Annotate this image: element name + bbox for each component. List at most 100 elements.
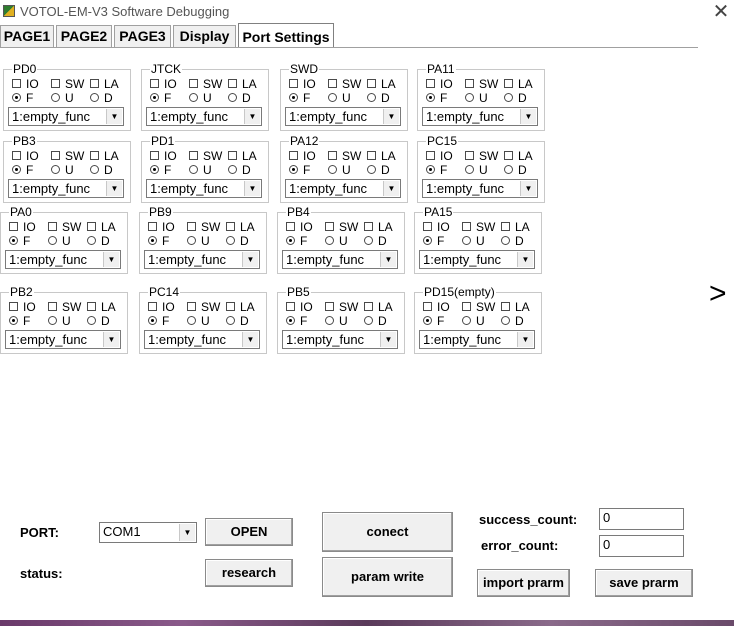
checkbox-la[interactable] — [364, 222, 373, 231]
func-select[interactable]: 1:empty_func ▼ — [285, 179, 401, 198]
checkbox-io[interactable] — [426, 79, 435, 88]
radio-d[interactable] — [364, 316, 373, 325]
radio-d[interactable] — [226, 236, 235, 245]
radio-u[interactable] — [187, 236, 196, 245]
func-select[interactable]: 1:empty_func ▼ — [144, 330, 260, 349]
tab-page3[interactable]: PAGE3 — [114, 25, 171, 47]
radio-f[interactable] — [423, 236, 432, 245]
radio-u[interactable] — [462, 236, 471, 245]
connect-button[interactable]: conect — [322, 512, 453, 552]
checkbox-la[interactable] — [367, 79, 376, 88]
radio-u[interactable] — [48, 316, 57, 325]
checkbox-sw[interactable] — [189, 79, 198, 88]
checkbox-sw[interactable] — [48, 222, 57, 231]
checkbox-sw[interactable] — [189, 151, 198, 160]
radio-d[interactable] — [367, 165, 376, 174]
checkbox-io[interactable] — [148, 302, 157, 311]
research-button[interactable]: research — [205, 559, 293, 587]
radio-f[interactable] — [12, 93, 21, 102]
checkbox-la[interactable] — [504, 79, 513, 88]
checkbox-sw[interactable] — [462, 222, 471, 231]
checkbox-io[interactable] — [9, 222, 18, 231]
checkbox-sw[interactable] — [465, 151, 474, 160]
radio-f[interactable] — [426, 93, 435, 102]
checkbox-la[interactable] — [87, 302, 96, 311]
checkbox-la[interactable] — [228, 151, 237, 160]
radio-f[interactable] — [286, 316, 295, 325]
checkbox-la[interactable] — [364, 302, 373, 311]
radio-d[interactable] — [364, 236, 373, 245]
func-select[interactable]: 1:empty_func ▼ — [5, 330, 121, 349]
func-select[interactable]: 1:empty_func ▼ — [146, 107, 262, 126]
checkbox-io[interactable] — [286, 222, 295, 231]
func-select[interactable]: 1:empty_func ▼ — [419, 250, 535, 269]
radio-u[interactable] — [51, 165, 60, 174]
checkbox-sw[interactable] — [187, 302, 196, 311]
checkbox-sw[interactable] — [465, 79, 474, 88]
radio-f[interactable] — [289, 93, 298, 102]
radio-u[interactable] — [189, 165, 198, 174]
func-select[interactable]: 1:empty_func ▼ — [146, 179, 262, 198]
checkbox-la[interactable] — [226, 222, 235, 231]
checkbox-la[interactable] — [87, 222, 96, 231]
radio-u[interactable] — [189, 93, 198, 102]
radio-d[interactable] — [87, 316, 96, 325]
radio-u[interactable] — [465, 93, 474, 102]
radio-d[interactable] — [501, 316, 510, 325]
func-select[interactable]: 1:empty_func ▼ — [5, 250, 121, 269]
checkbox-io[interactable] — [426, 151, 435, 160]
next-page-chevron-icon[interactable]: > — [709, 279, 727, 309]
radio-f[interactable] — [12, 165, 21, 174]
checkbox-la[interactable] — [504, 151, 513, 160]
radio-u[interactable] — [48, 236, 57, 245]
import-param-button[interactable]: import prarm — [477, 569, 570, 597]
close-icon[interactable]: ✕ — [710, 1, 732, 23]
radio-u[interactable] — [328, 93, 337, 102]
radio-d[interactable] — [367, 93, 376, 102]
radio-f[interactable] — [426, 165, 435, 174]
radio-f[interactable] — [9, 316, 18, 325]
checkbox-la[interactable] — [228, 79, 237, 88]
checkbox-io[interactable] — [9, 302, 18, 311]
radio-d[interactable] — [226, 316, 235, 325]
save-param-button[interactable]: save prarm — [595, 569, 693, 597]
success-count-field[interactable]: 0 — [599, 508, 684, 530]
checkbox-sw[interactable] — [325, 222, 334, 231]
radio-d[interactable] — [87, 236, 96, 245]
tab-display[interactable]: Display — [173, 25, 236, 47]
checkbox-io[interactable] — [423, 302, 432, 311]
radio-f[interactable] — [289, 165, 298, 174]
radio-f[interactable] — [148, 236, 157, 245]
checkbox-sw[interactable] — [328, 151, 337, 160]
param-write-button[interactable]: param write — [322, 557, 453, 597]
checkbox-sw[interactable] — [328, 79, 337, 88]
radio-f[interactable] — [150, 165, 159, 174]
func-select[interactable]: 1:empty_func ▼ — [422, 179, 538, 198]
checkbox-io[interactable] — [148, 222, 157, 231]
error-count-field[interactable]: 0 — [599, 535, 684, 557]
radio-d[interactable] — [501, 236, 510, 245]
func-select[interactable]: 1:empty_func ▼ — [422, 107, 538, 126]
func-select[interactable]: 1:empty_func ▼ — [8, 179, 124, 198]
checkbox-la[interactable] — [90, 79, 99, 88]
radio-d[interactable] — [504, 93, 513, 102]
radio-d[interactable] — [90, 165, 99, 174]
checkbox-io[interactable] — [289, 79, 298, 88]
open-button[interactable]: OPEN — [205, 518, 293, 546]
radio-u[interactable] — [465, 165, 474, 174]
checkbox-sw[interactable] — [325, 302, 334, 311]
radio-d[interactable] — [228, 165, 237, 174]
radio-d[interactable] — [504, 165, 513, 174]
radio-u[interactable] — [325, 236, 334, 245]
checkbox-io[interactable] — [150, 79, 159, 88]
checkbox-io[interactable] — [150, 151, 159, 160]
radio-f[interactable] — [286, 236, 295, 245]
checkbox-io[interactable] — [286, 302, 295, 311]
checkbox-sw[interactable] — [51, 151, 60, 160]
tab-port-settings[interactable]: Port Settings — [238, 23, 334, 48]
radio-u[interactable] — [187, 316, 196, 325]
checkbox-la[interactable] — [501, 302, 510, 311]
checkbox-sw[interactable] — [51, 79, 60, 88]
func-select[interactable]: 1:empty_func ▼ — [285, 107, 401, 126]
checkbox-io[interactable] — [12, 151, 21, 160]
